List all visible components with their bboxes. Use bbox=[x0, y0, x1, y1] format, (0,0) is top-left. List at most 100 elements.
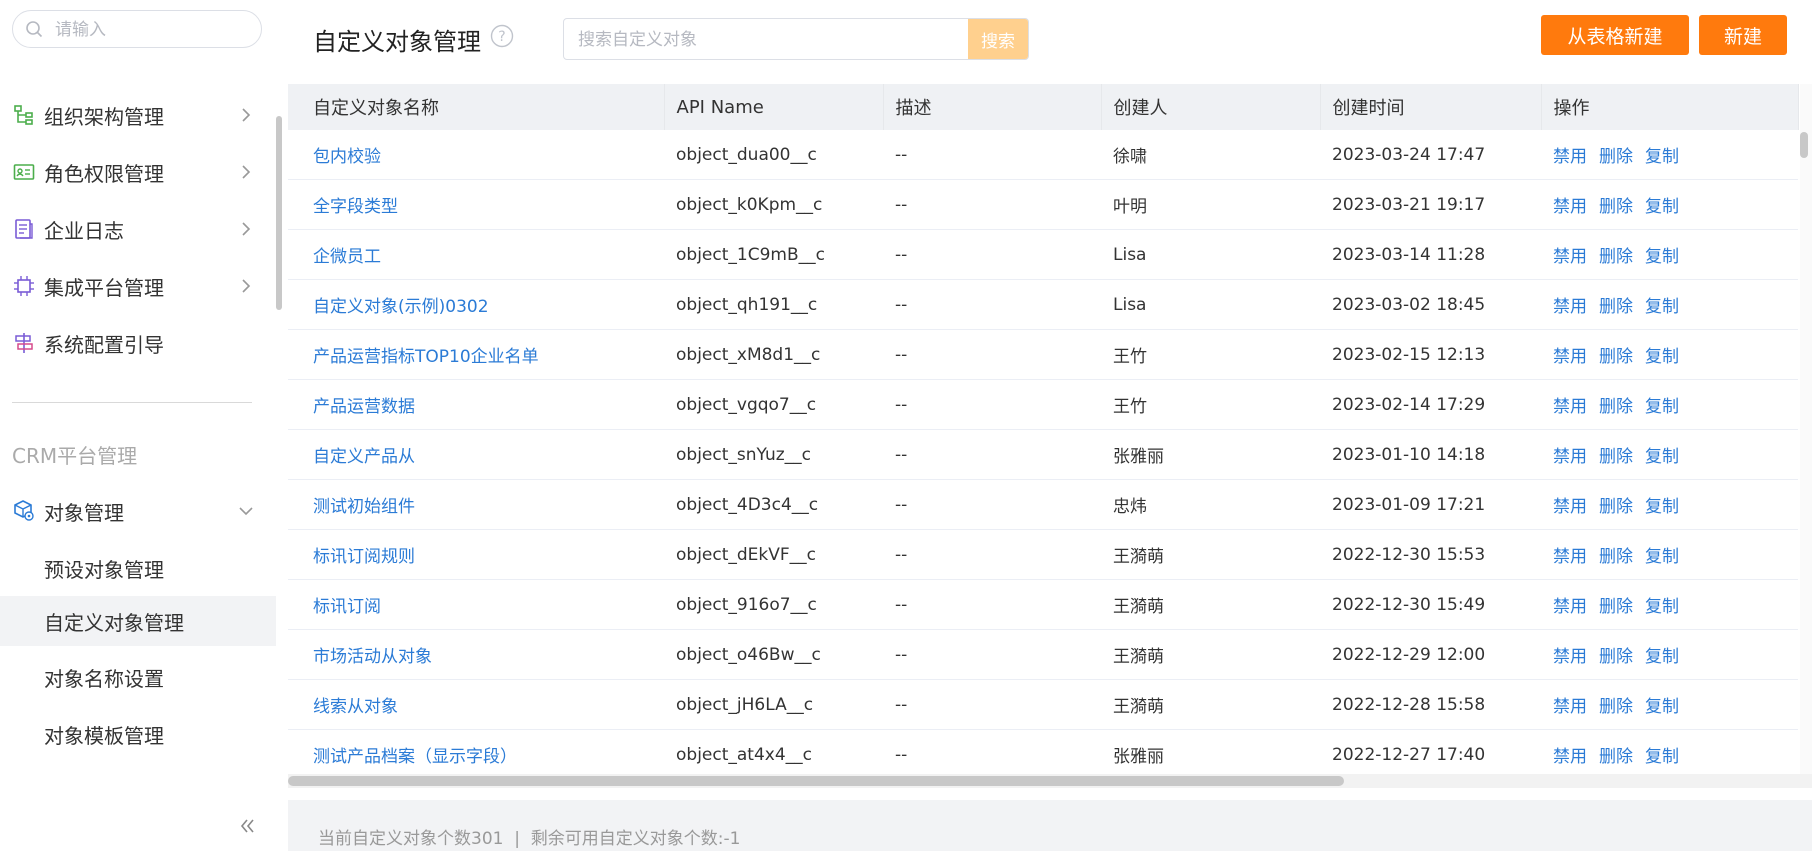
object-name-link[interactable]: 标讯订阅 bbox=[288, 579, 664, 630]
table-horizontal-scrollbar[interactable] bbox=[288, 776, 1344, 786]
creator-cell: Lisa bbox=[1101, 229, 1320, 280]
copy-link[interactable]: 复制 bbox=[1645, 697, 1679, 717]
disable-link[interactable]: 禁用 bbox=[1553, 347, 1587, 367]
disable-link[interactable]: 禁用 bbox=[1553, 547, 1587, 567]
sidebar-item-org[interactable]: 组织架构管理 bbox=[0, 91, 276, 139]
disable-link[interactable]: 禁用 bbox=[1553, 497, 1587, 517]
table-row: 自定义对象(示例)0302 object_qh191__c -- Lisa 2023-0… bbox=[288, 279, 1798, 330]
creator-cell: Lisa bbox=[1101, 279, 1320, 330]
help-icon[interactable]: ? bbox=[490, 24, 514, 48]
delete-link[interactable]: 删除 bbox=[1599, 297, 1633, 317]
object-name-link[interactable]: 产品运营数据 bbox=[288, 379, 664, 430]
delete-link[interactable]: 删除 bbox=[1599, 597, 1633, 617]
copy-link[interactable]: 复制 bbox=[1645, 297, 1679, 317]
object-name-link[interactable]: 全字段类型 bbox=[288, 179, 664, 230]
object-name-link[interactable]: 测试初始组件 bbox=[288, 479, 664, 530]
copy-link[interactable]: 复制 bbox=[1645, 147, 1679, 167]
delete-link[interactable]: 删除 bbox=[1599, 547, 1633, 567]
copy-link[interactable]: 复制 bbox=[1645, 747, 1679, 767]
sidebar-item-config-guide[interactable]: 系统配置引导 bbox=[0, 319, 276, 367]
new-button[interactable]: 新建 bbox=[1699, 15, 1787, 55]
disable-link[interactable]: 禁用 bbox=[1553, 697, 1587, 717]
table-header-row: 自定义对象名称 API Name 描述 创建人 创建时间 操作 bbox=[288, 84, 1799, 130]
description-cell: -- bbox=[883, 179, 1101, 230]
delete-link[interactable]: 删除 bbox=[1599, 247, 1633, 267]
copy-link[interactable]: 复制 bbox=[1645, 347, 1679, 367]
disable-link[interactable]: 禁用 bbox=[1553, 447, 1587, 467]
new-from-table-button[interactable]: 从表格新建 bbox=[1541, 15, 1689, 55]
creator-cell: 张雅丽 bbox=[1101, 729, 1320, 780]
sidebar-sub-object-names[interactable]: 对象名称设置 bbox=[0, 652, 276, 702]
sidebar-sub-custom-objects[interactable]: 自定义对象管理 bbox=[0, 596, 276, 646]
object-name-link[interactable]: 标讯订阅规则 bbox=[288, 529, 664, 580]
sidebar-sub-object-templates[interactable]: 对象模板管理 bbox=[0, 709, 276, 759]
description-cell: -- bbox=[883, 479, 1101, 530]
copy-link[interactable]: 复制 bbox=[1645, 447, 1679, 467]
creator-cell: 王漪萌 bbox=[1101, 579, 1320, 630]
disable-link[interactable]: 禁用 bbox=[1553, 197, 1587, 217]
disable-link[interactable]: 禁用 bbox=[1553, 147, 1587, 167]
delete-link[interactable]: 删除 bbox=[1599, 497, 1633, 517]
delete-link[interactable]: 删除 bbox=[1599, 197, 1633, 217]
object-name-link[interactable]: 企微员工 bbox=[288, 229, 664, 280]
copy-link[interactable]: 复制 bbox=[1645, 197, 1679, 217]
description-cell: -- bbox=[883, 329, 1101, 380]
object-name-link[interactable]: 测试产品档案（显示字段） bbox=[288, 729, 664, 780]
delete-link[interactable]: 删除 bbox=[1599, 697, 1633, 717]
created-time-cell: 2022-12-30 15:49 bbox=[1320, 579, 1541, 630]
object-name-link[interactable]: 包内校验 bbox=[288, 130, 664, 180]
sidebar-sub-label: 对象名称设置 bbox=[44, 666, 164, 691]
created-time-cell: 2022-12-27 17:40 bbox=[1320, 729, 1541, 780]
object-search: 搜索 bbox=[563, 18, 1029, 60]
copy-link[interactable]: 复制 bbox=[1645, 247, 1679, 267]
object-name-link[interactable]: 自定义产品从 bbox=[288, 429, 664, 480]
delete-link[interactable]: 删除 bbox=[1599, 447, 1633, 467]
sidebar-search-input[interactable] bbox=[53, 15, 257, 45]
object-search-input[interactable] bbox=[576, 27, 960, 53]
object-name-link[interactable]: 市场活动从对象 bbox=[288, 629, 664, 680]
sidebar-item-object-mgmt[interactable]: 对象管理 bbox=[0, 487, 276, 535]
object-name-link[interactable]: 自定义对象(示例)0302 bbox=[288, 279, 664, 330]
api-name-cell: object_xM8d1__c bbox=[664, 329, 883, 380]
chevron-right-icon bbox=[242, 279, 251, 293]
created-time-cell: 2023-03-02 18:45 bbox=[1320, 279, 1541, 330]
object-name-link[interactable]: 线索从对象 bbox=[288, 679, 664, 730]
disable-link[interactable]: 禁用 bbox=[1553, 397, 1587, 417]
copy-link[interactable]: 复制 bbox=[1645, 397, 1679, 417]
delete-link[interactable]: 删除 bbox=[1599, 647, 1633, 667]
org-structure-icon bbox=[12, 103, 36, 127]
delete-link[interactable]: 删除 bbox=[1599, 347, 1633, 367]
column-header: API Name bbox=[664, 84, 884, 130]
table-row: 测试产品档案（显示字段） object_at4x4__c -- 张雅丽 2022-12-… bbox=[288, 729, 1798, 780]
creator-cell: 张雅丽 bbox=[1101, 429, 1320, 480]
sidebar-item-label: 角色权限管理 bbox=[44, 161, 164, 186]
sidebar-sub-preset-objects[interactable]: 预设对象管理 bbox=[0, 543, 276, 593]
delete-link[interactable]: 删除 bbox=[1599, 147, 1633, 167]
disable-link[interactable]: 禁用 bbox=[1553, 247, 1587, 267]
disable-link[interactable]: 禁用 bbox=[1553, 647, 1587, 667]
delete-link[interactable]: 删除 bbox=[1599, 397, 1633, 417]
collapse-sidebar-icon[interactable] bbox=[238, 816, 258, 836]
api-name-cell: object_jH6LA__c bbox=[664, 679, 883, 730]
copy-link[interactable]: 复制 bbox=[1645, 647, 1679, 667]
disable-link[interactable]: 禁用 bbox=[1553, 747, 1587, 767]
copy-link[interactable]: 复制 bbox=[1645, 497, 1679, 517]
description-cell: -- bbox=[883, 279, 1101, 330]
table-vertical-scrollbar[interactable] bbox=[1800, 132, 1808, 158]
sidebar-item-logs[interactable]: 企业日志 bbox=[0, 205, 276, 253]
table-vertical-scroll-track bbox=[1800, 84, 1812, 782]
sidebar-item-integration[interactable]: 集成平台管理 bbox=[0, 262, 276, 310]
sidebar-item-roles[interactable]: 角色权限管理 bbox=[0, 148, 276, 196]
copy-link[interactable]: 复制 bbox=[1645, 597, 1679, 617]
table-row: 企微员工 object_1C9mB__c -- Lisa 2023-03-14 11:2… bbox=[288, 229, 1798, 280]
object-name-link[interactable]: 产品运营指标TOP10企业名单 bbox=[288, 329, 664, 380]
search-button[interactable]: 搜索 bbox=[968, 19, 1028, 59]
disable-link[interactable]: 禁用 bbox=[1553, 297, 1587, 317]
disable-link[interactable]: 禁用 bbox=[1553, 597, 1587, 617]
actions-cell: 禁用 删除 复制 bbox=[1541, 429, 1798, 480]
table-row: 自定义产品从 object_snYuz__c -- 张雅丽 2023-01-10 14:… bbox=[288, 429, 1798, 480]
sidebar-search[interactable] bbox=[12, 10, 262, 48]
delete-link[interactable]: 删除 bbox=[1599, 747, 1633, 767]
sidebar-scrollbar[interactable] bbox=[276, 116, 282, 310]
copy-link[interactable]: 复制 bbox=[1645, 547, 1679, 567]
